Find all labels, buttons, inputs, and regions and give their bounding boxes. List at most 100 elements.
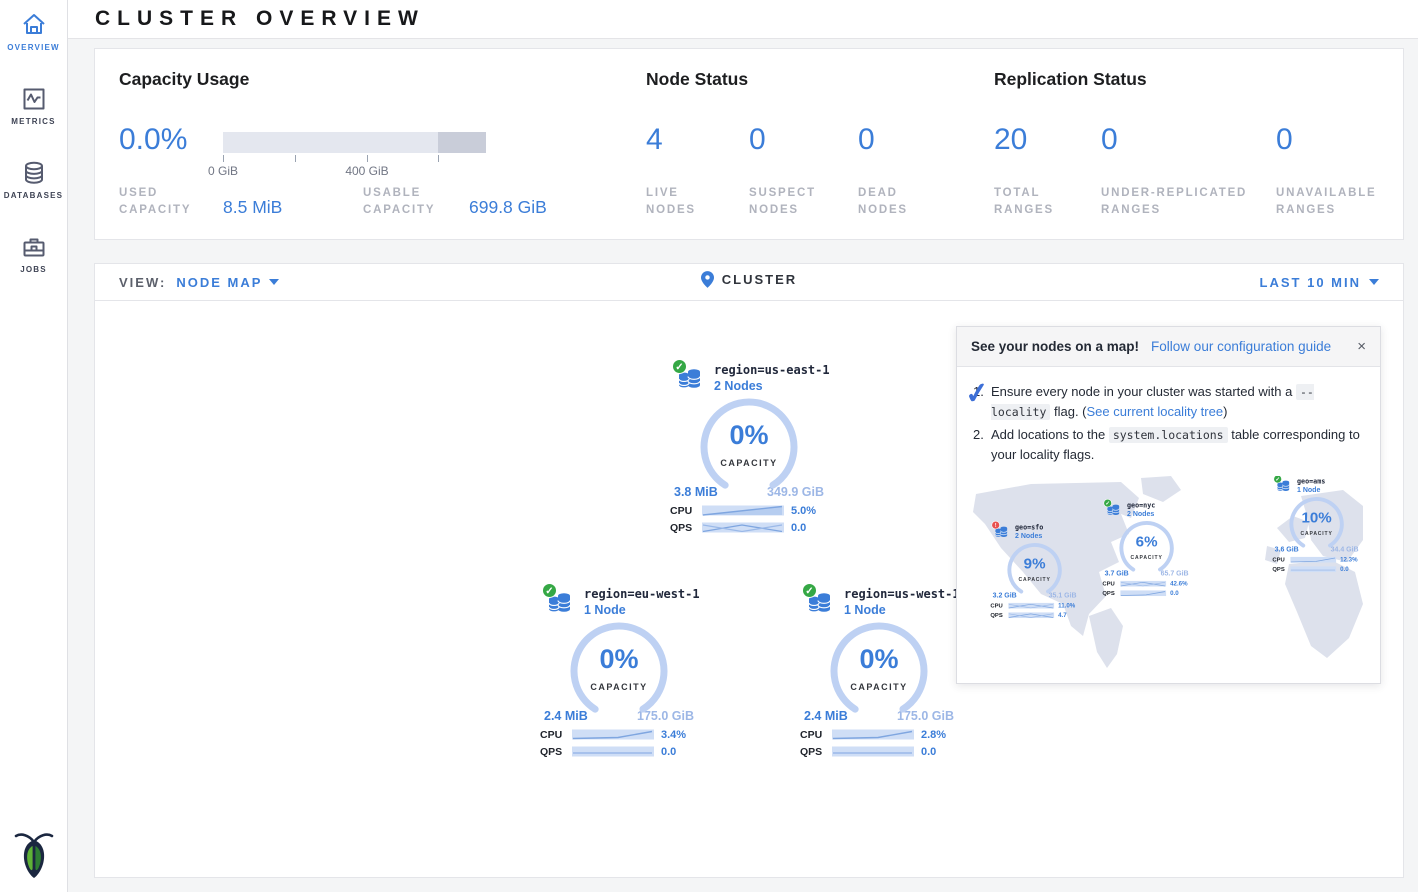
node-map-locality[interactable]: ✓ region=us-east-1 2 Nodes 0% C [664,361,834,534]
system-locations-code: system.locations [1109,427,1228,443]
node-status-icon: ✓ [1103,498,1111,506]
used-capacity-label: USED CAPACITY [119,185,191,220]
cpu-value: 11.0% [1058,602,1075,609]
capacity-gauge: 0% CAPACITY [827,619,931,723]
node-count-link[interactable]: 2 Nodes [1015,532,1082,540]
qps-label: QPS [1272,565,1290,572]
qps-sparkline [1120,589,1166,596]
map-pin-icon [701,271,714,288]
qps-sparkline [702,521,784,534]
cpu-value: 12.3% [1340,556,1357,563]
cockroachdb-logo[interactable] [14,831,54,884]
node-count-link[interactable]: 1 Node [844,603,964,617]
page-title: CLUSTER OVERVIEW [95,7,425,31]
capacity-tick-0: 0 GiB [203,164,243,178]
qps-label: QPS [1102,589,1120,596]
node-status-title: Node Status [646,69,748,90]
locality-label: region=eu-west-1 [584,587,704,601]
capacity-usage-section: Capacity Usage 0.0% 0 GiB 400 GiB USED C… [119,49,639,239]
sidebar: OVERVIEW METRICS DATABASES JOBS [0,0,68,892]
cluster-summary-panel: Capacity Usage 0.0% 0 GiB 400 GiB USED C… [94,48,1404,240]
sidebar-item-databases[interactable]: DATABASES [0,160,67,200]
suspect-nodes-count: 0 [749,123,766,157]
total-ranges-label: TOTAL RANGES [994,185,1054,220]
node-count-link[interactable]: 1 Node [1297,486,1364,494]
cpu-value: 5.0% [791,505,816,517]
qps-label: QPS [540,746,572,758]
node-status-icon: ✓ [672,359,687,374]
cpu-label: CPU [990,602,1008,609]
qps-value: 0.0 [661,746,676,758]
node-map-setup-popup: See your nodes on a map! Follow our conf… [956,326,1381,684]
capacity-gauge: 10% CAPACITY [1287,495,1345,553]
node-status-section: Node Status 4 0 0 LIVE NODES SUSPECT NOD… [646,49,976,239]
capacity-label: CAPACITY [1287,530,1345,536]
node-map-locality[interactable]: ✓ geo=nyc 2 Nodes 6% CAPACITY [1099,500,1194,597]
locality-label: geo=ams [1297,477,1364,485]
chevron-down-icon [1369,279,1379,285]
cpu-sparkline [572,728,654,741]
cpu-sparkline [832,728,914,741]
close-icon[interactable]: × [1357,338,1366,355]
configuration-guide-link[interactable]: Follow our configuration guide [1151,339,1331,354]
capacity-gauge: 0% CAPACITY [697,395,801,499]
used-capacity-value: 8.5 MiB [223,197,282,218]
locality-tree-link[interactable]: See current locality tree [1087,404,1224,419]
capacity-percent: 6% [1117,533,1175,550]
node-status-icon: ✓ [1273,476,1281,483]
replication-status-section: Replication Status 20 0 0 TOTAL RANGES U… [994,49,1404,239]
live-nodes-label: LIVE NODES [646,185,696,220]
node-map-locality[interactable]: ! geo=sfo 2 Nodes 9% CAPACITY [987,522,1082,619]
qps-label: QPS [800,746,832,758]
database-icon [21,160,47,186]
cpu-label: CPU [800,729,832,741]
qps-label: QPS [990,611,1008,618]
total-ranges-count: 20 [994,123,1027,157]
sidebar-item-metrics[interactable]: METRICS [0,86,67,126]
cpu-sparkline [1120,580,1166,587]
node-status-icon: ✓ [802,583,817,598]
node-map-locality[interactable]: ✓ region=eu-west-1 1 Node 0% CA [534,585,704,758]
metrics-chart-icon [21,86,47,112]
capacity-bar-reserved-segment [438,132,486,153]
popup-title: See your nodes on a map! [971,339,1139,354]
sidebar-item-overview[interactable]: OVERVIEW [0,12,67,52]
qps-value: 0.0 [1340,565,1349,572]
cpu-value: 2.8% [921,729,946,741]
locality-label: geo=nyc [1127,501,1194,509]
live-nodes-count: 4 [646,123,663,157]
check-icon: ✓ [963,371,992,418]
cpu-sparkline [702,504,784,517]
cpu-label: CPU [670,505,702,517]
node-count-link[interactable]: 2 Nodes [1127,510,1194,518]
capacity-usage-title: Capacity Usage [119,69,249,90]
node-count-link[interactable]: 1 Node [584,603,704,617]
node-count-link[interactable]: 2 Nodes [714,379,834,393]
locality-label: region=us-west-1 [844,587,964,601]
qps-value: 0.0 [1170,589,1179,596]
qps-value: 0.0 [791,522,806,534]
replication-status-title: Replication Status [994,69,1147,90]
node-map-locality[interactable]: ✓ geo=ams 1 Node 10% CAPACITY [1269,476,1364,573]
example-node-map-image: ! geo=sfo 2 Nodes 9% CAPACITY [971,476,1366,669]
node-map-panel: ✓ region=us-east-1 2 Nodes 0% C [94,300,1404,878]
popup-body: ✓ 1. Ensure every node in your cluster w… [957,367,1380,683]
cpu-sparkline [1290,556,1336,563]
unavailable-label: UNAVAILABLE RANGES [1276,185,1377,220]
qps-value: 4.7 [1058,611,1067,618]
capacity-gauge: 6% CAPACITY [1117,519,1175,577]
breadcrumb[interactable]: CLUSTER [701,271,797,288]
unavailable-count: 0 [1276,123,1293,157]
dead-nodes-count: 0 [858,123,875,157]
qps-label: QPS [670,522,702,534]
node-map-locality[interactable]: ✓ region=us-west-1 1 Node 0% CA [794,585,964,758]
time-range-dropdown[interactable]: LAST 10 MIN [1260,275,1379,290]
home-icon [21,12,47,38]
capacity-percent: 0% [697,420,801,451]
under-replicated-count: 0 [1101,123,1118,157]
capacity-bar [223,132,486,153]
capacity-gauge: 0% CAPACITY [567,619,671,723]
sidebar-item-jobs[interactable]: JOBS [0,234,67,274]
capacity-label: CAPACITY [697,458,801,468]
locality-label: geo=sfo [1015,523,1082,531]
